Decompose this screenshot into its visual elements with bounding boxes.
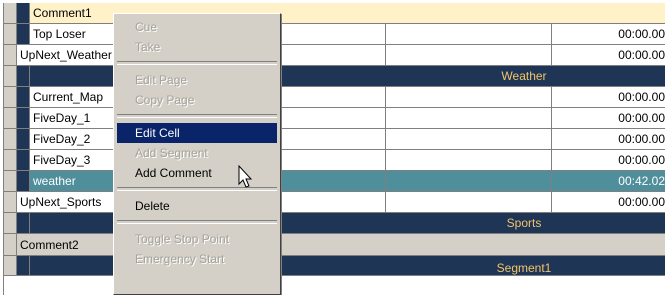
row-header[interactable]: [4, 256, 17, 276]
rundown-window: Comment1 Top Loser 00:00.00 UpNext_Weath…: [0, 0, 665, 295]
row-header[interactable]: [4, 45, 17, 66]
rundown-grid: Comment1 Top Loser 00:00.00 UpNext_Weath…: [3, 3, 665, 295]
table-row[interactable]: Current_Map 00:00.00: [4, 87, 665, 108]
row-header[interactable]: [4, 66, 17, 87]
context-menu: Cue Take Edit Page Copy Page Edit Cell A…: [113, 13, 281, 295]
info-cell[interactable]: [386, 192, 552, 213]
section-label: Weather: [501, 69, 547, 83]
section-row-segment1[interactable]: Segment1: [4, 256, 665, 276]
row-header[interactable]: [4, 24, 17, 45]
duration-cell[interactable]: 00:00.00: [552, 150, 665, 171]
table-row-selected[interactable]: weather 00:42.02: [4, 171, 665, 192]
section-row-weather[interactable]: Weather: [4, 66, 665, 87]
row-indicator: [17, 66, 30, 87]
menu-item-edit-cell[interactable]: Edit Cell: [117, 123, 277, 143]
row-header[interactable]: [4, 171, 17, 192]
menu-separator: [117, 220, 277, 224]
arrow-pointer-icon: [238, 165, 253, 188]
table-row[interactable]: FiveDay_3 00:00.00: [4, 150, 665, 171]
section-label: Segment1: [496, 261, 552, 275]
table-row-comment2[interactable]: Comment2: [4, 234, 665, 256]
duration-cell[interactable]: 00:00.00: [552, 129, 665, 150]
table-row-comment1[interactable]: Comment1: [4, 3, 665, 24]
section-label: Sports: [506, 216, 542, 230]
info-cell[interactable]: [386, 87, 552, 108]
row-header[interactable]: [4, 87, 17, 108]
row-indicator: [17, 171, 30, 192]
row-indicator: [17, 108, 30, 129]
row-header[interactable]: [4, 192, 17, 213]
info-cell[interactable]: [386, 150, 552, 171]
table-row[interactable]: Top Loser 00:00.00: [4, 24, 665, 45]
section-row-sports[interactable]: Sports: [4, 213, 665, 234]
duration-cell[interactable]: 00:00.00: [552, 24, 665, 45]
duration-cell[interactable]: 00:00.00: [552, 192, 665, 213]
row-indicator: [17, 213, 30, 234]
menu-item-add-segment[interactable]: Add Segment: [117, 143, 277, 163]
row-header[interactable]: [4, 3, 17, 24]
info-cell[interactable]: [386, 108, 552, 129]
menu-item-edit-page[interactable]: Edit Page: [117, 70, 277, 90]
info-cell[interactable]: [386, 129, 552, 150]
table-row[interactable]: FiveDay_1 00:00.00: [4, 108, 665, 129]
menu-item-emergency-start[interactable]: Emergency Start: [117, 249, 277, 269]
duration-cell[interactable]: 00:00.00: [552, 45, 665, 66]
row-header[interactable]: [4, 129, 17, 150]
row-header[interactable]: [4, 213, 17, 234]
menu-item-copy-page[interactable]: Copy Page: [117, 90, 277, 110]
row-indicator: [17, 24, 30, 45]
menu-item-take[interactable]: Take: [117, 37, 277, 57]
menu-item-delete[interactable]: Delete: [117, 196, 277, 216]
row-header[interactable]: [4, 234, 17, 256]
row-indicator: [17, 150, 30, 171]
menu-item-cue[interactable]: Cue: [117, 17, 277, 37]
info-cell[interactable]: [386, 45, 552, 66]
row-header[interactable]: [4, 150, 17, 171]
row-indicator: [17, 129, 30, 150]
table-row[interactable]: FiveDay_2 00:00.00: [4, 129, 665, 150]
table-row[interactable]: UpNext_Sports 00:00.00: [4, 192, 665, 213]
row-indicator: [17, 3, 30, 24]
info-cell[interactable]: [386, 24, 552, 45]
duration-cell[interactable]: 00:00.00: [552, 108, 665, 129]
menu-item-toggle-stop-point[interactable]: Toggle Stop Point: [117, 229, 277, 249]
menu-separator: [117, 114, 277, 118]
row-header[interactable]: [4, 108, 17, 129]
row-indicator: [17, 256, 30, 276]
menu-separator: [117, 61, 277, 65]
info-cell[interactable]: [386, 171, 552, 192]
duration-cell[interactable]: 00:00.00: [552, 87, 665, 108]
row-indicator: [17, 87, 30, 108]
duration-cell[interactable]: 00:42.02: [552, 171, 665, 192]
comment-text: Comment1: [33, 6, 92, 20]
table-row[interactable]: UpNext_Weather 00:00.00: [4, 45, 665, 66]
grid-empty-area: [4, 276, 665, 295]
